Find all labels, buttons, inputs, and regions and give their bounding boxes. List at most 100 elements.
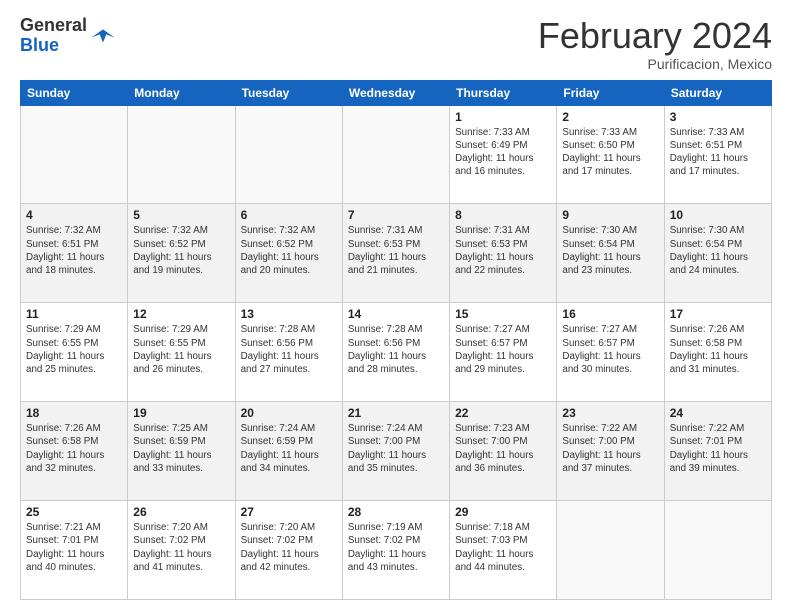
col-friday: Friday xyxy=(557,80,664,105)
calendar-header-row: Sunday Monday Tuesday Wednesday Thursday… xyxy=(21,80,772,105)
table-row: 17 Sunrise: 7:26 AMSunset: 6:58 PMDayligh… xyxy=(664,303,771,402)
day-number: 20 xyxy=(241,406,337,420)
table-row: 25Sunrise: 7:21 AMSunset: 7:01 PMDayligh… xyxy=(21,501,128,600)
day-number: 11 xyxy=(26,307,122,321)
day-info: Sunrise: 7:32 AMSunset: 6:51 PMDaylight:… xyxy=(26,224,122,277)
day-info: Sunrise: 7:31 AMSunset: 6:53 PMDaylight:… xyxy=(455,224,551,277)
day-number: 15 xyxy=(455,307,551,321)
col-tuesday: Tuesday xyxy=(235,80,342,105)
day-number: 13 xyxy=(241,307,337,321)
table-row: 21 Sunrise: 7:24 AMSunset: 7:00 PMDayligh… xyxy=(342,402,449,501)
day-number: 1 xyxy=(455,110,551,124)
table-row: 28 Sunrise: 7:19 AMSunset: 7:02 PMDayligh… xyxy=(342,501,449,600)
table-row: 2Sunrise: 7:33 AMSunset: 6:50 PMDaylight… xyxy=(557,105,664,204)
table-row: 29 Sunrise: 7:18 AMSunset: 7:03 PMDayligh… xyxy=(450,501,557,600)
table-row: 5Sunrise: 7:32 AMSunset: 6:52 PMDaylight… xyxy=(128,204,235,303)
day-number: 17 xyxy=(670,307,766,321)
table-row: 20 Sunrise: 7:24 AMSunset: 6:59 PMDayligh… xyxy=(235,402,342,501)
table-row: 18 Sunrise: 7:26 AMSunset: 6:58 PMDayligh… xyxy=(21,402,128,501)
col-sunday: Sunday xyxy=(21,80,128,105)
month-title: February 2024 xyxy=(538,16,772,56)
day-number: 28 xyxy=(348,505,444,519)
day-number: 25 xyxy=(26,505,122,519)
day-number: 8 xyxy=(455,208,551,222)
table-row xyxy=(342,105,449,204)
table-row xyxy=(128,105,235,204)
col-wednesday: Wednesday xyxy=(342,80,449,105)
day-number: 24 xyxy=(670,406,766,420)
day-number: 2 xyxy=(562,110,658,124)
table-row xyxy=(664,501,771,600)
col-saturday: Saturday xyxy=(664,80,771,105)
table-row: 19 Sunrise: 7:25 AMSunset: 6:59 PMDayligh… xyxy=(128,402,235,501)
logo-blue: Blue xyxy=(20,36,87,56)
day-number: 18 xyxy=(26,406,122,420)
day-number: 19 xyxy=(133,406,229,420)
table-row: 14 Sunrise: 7:28 AMSunset: 6:56 PMDayligh… xyxy=(342,303,449,402)
table-row: 1Sunrise: 7:33 AMSunset: 6:49 PMDaylight… xyxy=(450,105,557,204)
day-number: 6 xyxy=(241,208,337,222)
day-info: Sunrise: 7:28 AMSunset: 6:56 PMDaylight:… xyxy=(241,323,337,376)
day-info: Sunrise: 7:25 AMSunset: 6:59 PMDaylight:… xyxy=(133,422,229,475)
day-info: Sunrise: 7:28 AMSunset: 6:56 PMDaylight:… xyxy=(348,323,444,376)
day-number: 9 xyxy=(562,208,658,222)
day-info: Sunrise: 7:26 AMSunset: 6:58 PMDaylight:… xyxy=(26,422,122,475)
day-info: Sunrise: 7:30 AMSunset: 6:54 PMDaylight:… xyxy=(670,224,766,277)
table-row: 16 Sunrise: 7:27 AMSunset: 6:57 PMDayligh… xyxy=(557,303,664,402)
table-row: 6 Sunrise: 7:32 AMSunset: 6:52 PMDaylight… xyxy=(235,204,342,303)
day-number: 26 xyxy=(133,505,229,519)
logo-text: General Blue xyxy=(20,16,87,56)
day-number: 7 xyxy=(348,208,444,222)
table-row: 27 Sunrise: 7:20 AMSunset: 7:02 PMDayligh… xyxy=(235,501,342,600)
day-number: 10 xyxy=(670,208,766,222)
title-section: February 2024 Purificacion, Mexico xyxy=(538,16,772,72)
calendar-week-row: 18 Sunrise: 7:26 AMSunset: 6:58 PMDayligh… xyxy=(21,402,772,501)
table-row: 12Sunrise: 7:29 AMSunset: 6:55 PMDayligh… xyxy=(128,303,235,402)
table-row: 26Sunrise: 7:20 AMSunset: 7:02 PMDayligh… xyxy=(128,501,235,600)
logo-bird-icon xyxy=(91,26,115,46)
day-number: 5 xyxy=(133,208,229,222)
day-info: Sunrise: 7:29 AMSunset: 6:55 PMDaylight:… xyxy=(26,323,122,376)
day-number: 14 xyxy=(348,307,444,321)
table-row: 10 Sunrise: 7:30 AMSunset: 6:54 PMDayligh… xyxy=(664,204,771,303)
location-subtitle: Purificacion, Mexico xyxy=(538,56,772,72)
day-info: Sunrise: 7:27 AMSunset: 6:57 PMDaylight:… xyxy=(562,323,658,376)
day-info: Sunrise: 7:32 AMSunset: 6:52 PMDaylight:… xyxy=(241,224,337,277)
calendar-week-row: 11 Sunrise: 7:29 AMSunset: 6:55 PMDayligh… xyxy=(21,303,772,402)
day-info: Sunrise: 7:26 AMSunset: 6:58 PMDaylight:… xyxy=(670,323,766,376)
table-row: 23Sunrise: 7:22 AMSunset: 7:00 PMDayligh… xyxy=(557,402,664,501)
table-row: 7Sunrise: 7:31 AMSunset: 6:53 PMDaylight… xyxy=(342,204,449,303)
col-monday: Monday xyxy=(128,80,235,105)
day-info: Sunrise: 7:27 AMSunset: 6:57 PMDaylight:… xyxy=(455,323,551,376)
table-row: 3Sunrise: 7:33 AMSunset: 6:51 PMDaylight… xyxy=(664,105,771,204)
table-row xyxy=(21,105,128,204)
table-row: 24 Sunrise: 7:22 AMSunset: 7:01 PMDayligh… xyxy=(664,402,771,501)
day-info: Sunrise: 7:24 AMSunset: 6:59 PMDaylight:… xyxy=(241,422,337,475)
day-number: 4 xyxy=(26,208,122,222)
day-info: Sunrise: 7:23 AMSunset: 7:00 PMDaylight:… xyxy=(455,422,551,475)
table-row xyxy=(557,501,664,600)
day-info: Sunrise: 7:24 AMSunset: 7:00 PMDaylight:… xyxy=(348,422,444,475)
table-row: 4 Sunrise: 7:32 AMSunset: 6:51 PMDaylight… xyxy=(21,204,128,303)
day-number: 29 xyxy=(455,505,551,519)
day-info: Sunrise: 7:22 AMSunset: 7:00 PMDaylight:… xyxy=(562,422,658,475)
day-info: Sunrise: 7:30 AMSunset: 6:54 PMDaylight:… xyxy=(562,224,658,277)
table-row: 9 Sunrise: 7:30 AMSunset: 6:54 PMDaylight… xyxy=(557,204,664,303)
day-info: Sunrise: 7:33 AMSunset: 6:51 PMDaylight:… xyxy=(670,126,766,179)
page: General Blue February 2024 Purificacion,… xyxy=(0,0,792,612)
day-number: 22 xyxy=(455,406,551,420)
day-info: Sunrise: 7:18 AMSunset: 7:03 PMDaylight:… xyxy=(455,521,551,574)
day-number: 27 xyxy=(241,505,337,519)
header: General Blue February 2024 Purificacion,… xyxy=(20,16,772,72)
day-info: Sunrise: 7:19 AMSunset: 7:02 PMDaylight:… xyxy=(348,521,444,574)
col-thursday: Thursday xyxy=(450,80,557,105)
day-number: 16 xyxy=(562,307,658,321)
day-info: Sunrise: 7:20 AMSunset: 7:02 PMDaylight:… xyxy=(241,521,337,574)
logo: General Blue xyxy=(20,16,115,56)
table-row: 8 Sunrise: 7:31 AMSunset: 6:53 PMDaylight… xyxy=(450,204,557,303)
day-info: Sunrise: 7:22 AMSunset: 7:01 PMDaylight:… xyxy=(670,422,766,475)
table-row: 13 Sunrise: 7:28 AMSunset: 6:56 PMDayligh… xyxy=(235,303,342,402)
day-number: 12 xyxy=(133,307,229,321)
day-number: 21 xyxy=(348,406,444,420)
table-row: 15 Sunrise: 7:27 AMSunset: 6:57 PMDayligh… xyxy=(450,303,557,402)
